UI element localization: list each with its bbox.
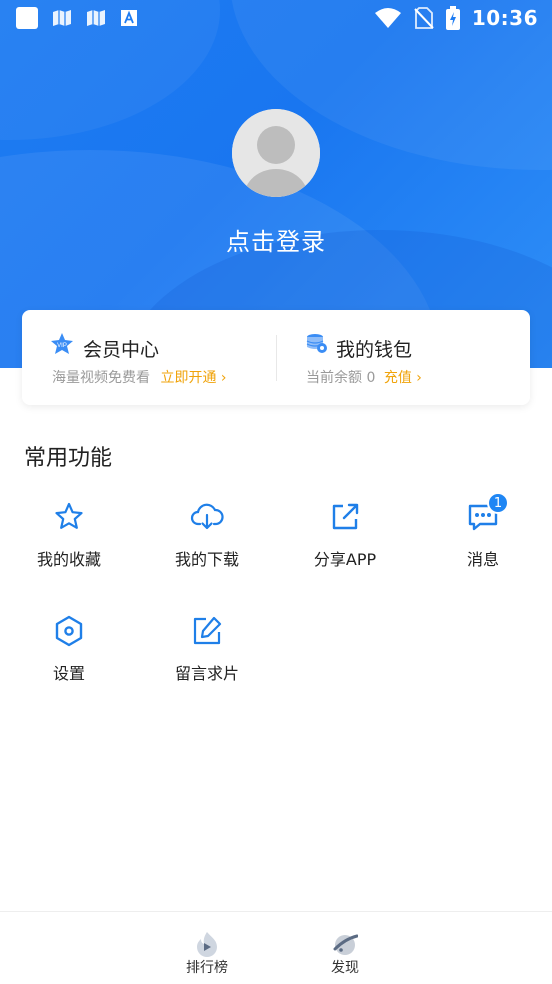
- request-movie-label: 留言求片: [174, 664, 239, 683]
- discover-planet-icon: [333, 934, 358, 955]
- wifi-icon: [374, 8, 401, 28]
- no-sim-icon: [414, 7, 434, 29]
- tab-ranking[interactable]: 排行榜: [167, 912, 247, 984]
- avatar[interactable]: [232, 109, 320, 197]
- vip-star-icon: VIP: [51, 333, 73, 354]
- vip-badge-text: VIP: [57, 343, 67, 349]
- tab-discover[interactable]: 发现: [305, 912, 385, 984]
- default-avatar-icon: [232, 109, 320, 197]
- status-bar: 10:36: [0, 0, 552, 38]
- vip-subtitle-text: 海量视频免费看: [52, 370, 150, 386]
- map-notification-icon: [87, 10, 105, 26]
- battery-charging-icon: [445, 6, 460, 30]
- share-app-label: 分享APP: [313, 550, 377, 569]
- tab-discover-label: 发现: [331, 960, 359, 976]
- font-notification-icon: [121, 10, 137, 26]
- app-notification-icon: [16, 7, 38, 29]
- vip-center-entry[interactable]: VIP 会员中心 海量视频免费看 立即开通 ›: [22, 310, 276, 405]
- status-system: 10:36: [374, 6, 538, 30]
- map-notification-icon: [53, 10, 71, 26]
- favorites-item[interactable]: 我的收藏: [0, 500, 138, 600]
- wallet-coins-icon: [306, 334, 327, 353]
- status-notifications: [16, 7, 138, 29]
- downloads-label: 我的下载: [174, 550, 239, 569]
- recharge-link[interactable]: 充值 ›: [384, 370, 422, 386]
- cloud-download-icon: [190, 503, 224, 530]
- wallet-entry[interactable]: 我的钱包 当前余额 0 充值 ›: [277, 310, 530, 405]
- messages-label: 消息: [466, 550, 499, 569]
- ranking-flame-icon: [197, 932, 217, 957]
- settings-item[interactable]: 设置: [0, 614, 138, 714]
- wallet-title: 我的钱包: [336, 339, 413, 361]
- clock: 10:36: [471, 6, 538, 30]
- star-icon: [55, 502, 83, 529]
- share-app-item[interactable]: 分享APP: [276, 500, 414, 600]
- settings-label: 设置: [52, 664, 85, 683]
- login-button[interactable]: 点击登录: [0, 222, 552, 257]
- wallet-balance-label: 当前余额: [306, 370, 362, 386]
- share-icon: [332, 503, 359, 530]
- vip-open-label: 立即开通: [160, 370, 217, 386]
- chevron-right-icon: ›: [220, 370, 227, 386]
- chevron-right-icon: ›: [416, 370, 422, 386]
- recharge-label: 充值: [383, 370, 412, 386]
- messages-item[interactable]: 消息: [414, 500, 552, 600]
- unread-badge: 1: [487, 492, 509, 514]
- wallet-subtitle: 当前余额 0 充值 ›: [306, 367, 422, 387]
- tab-ranking-label: 排行榜: [186, 960, 228, 976]
- edit-icon: [193, 616, 222, 645]
- bottom-tab-bar: 排行榜 发现: [0, 911, 552, 984]
- settings-hexagon-icon: [55, 615, 83, 647]
- downloads-item[interactable]: 我的下载: [138, 500, 276, 600]
- common-functions-title: 常用功能: [24, 446, 113, 471]
- vip-open-link[interactable]: 立即开通 ›: [160, 370, 226, 386]
- favorites-label: 我的收藏: [36, 550, 101, 569]
- wallet-balance-value: 0: [366, 370, 376, 386]
- vip-center-subtitle: 海量视频免费看 立即开通 ›: [52, 367, 227, 387]
- account-card: VIP 会员中心 海量视频免费看 立即开通 › 我的钱包 当前余额 0 充值 ›: [22, 310, 530, 405]
- vip-center-title: 会员中心: [83, 339, 160, 361]
- request-movie-item[interactable]: 留言求片: [138, 614, 276, 714]
